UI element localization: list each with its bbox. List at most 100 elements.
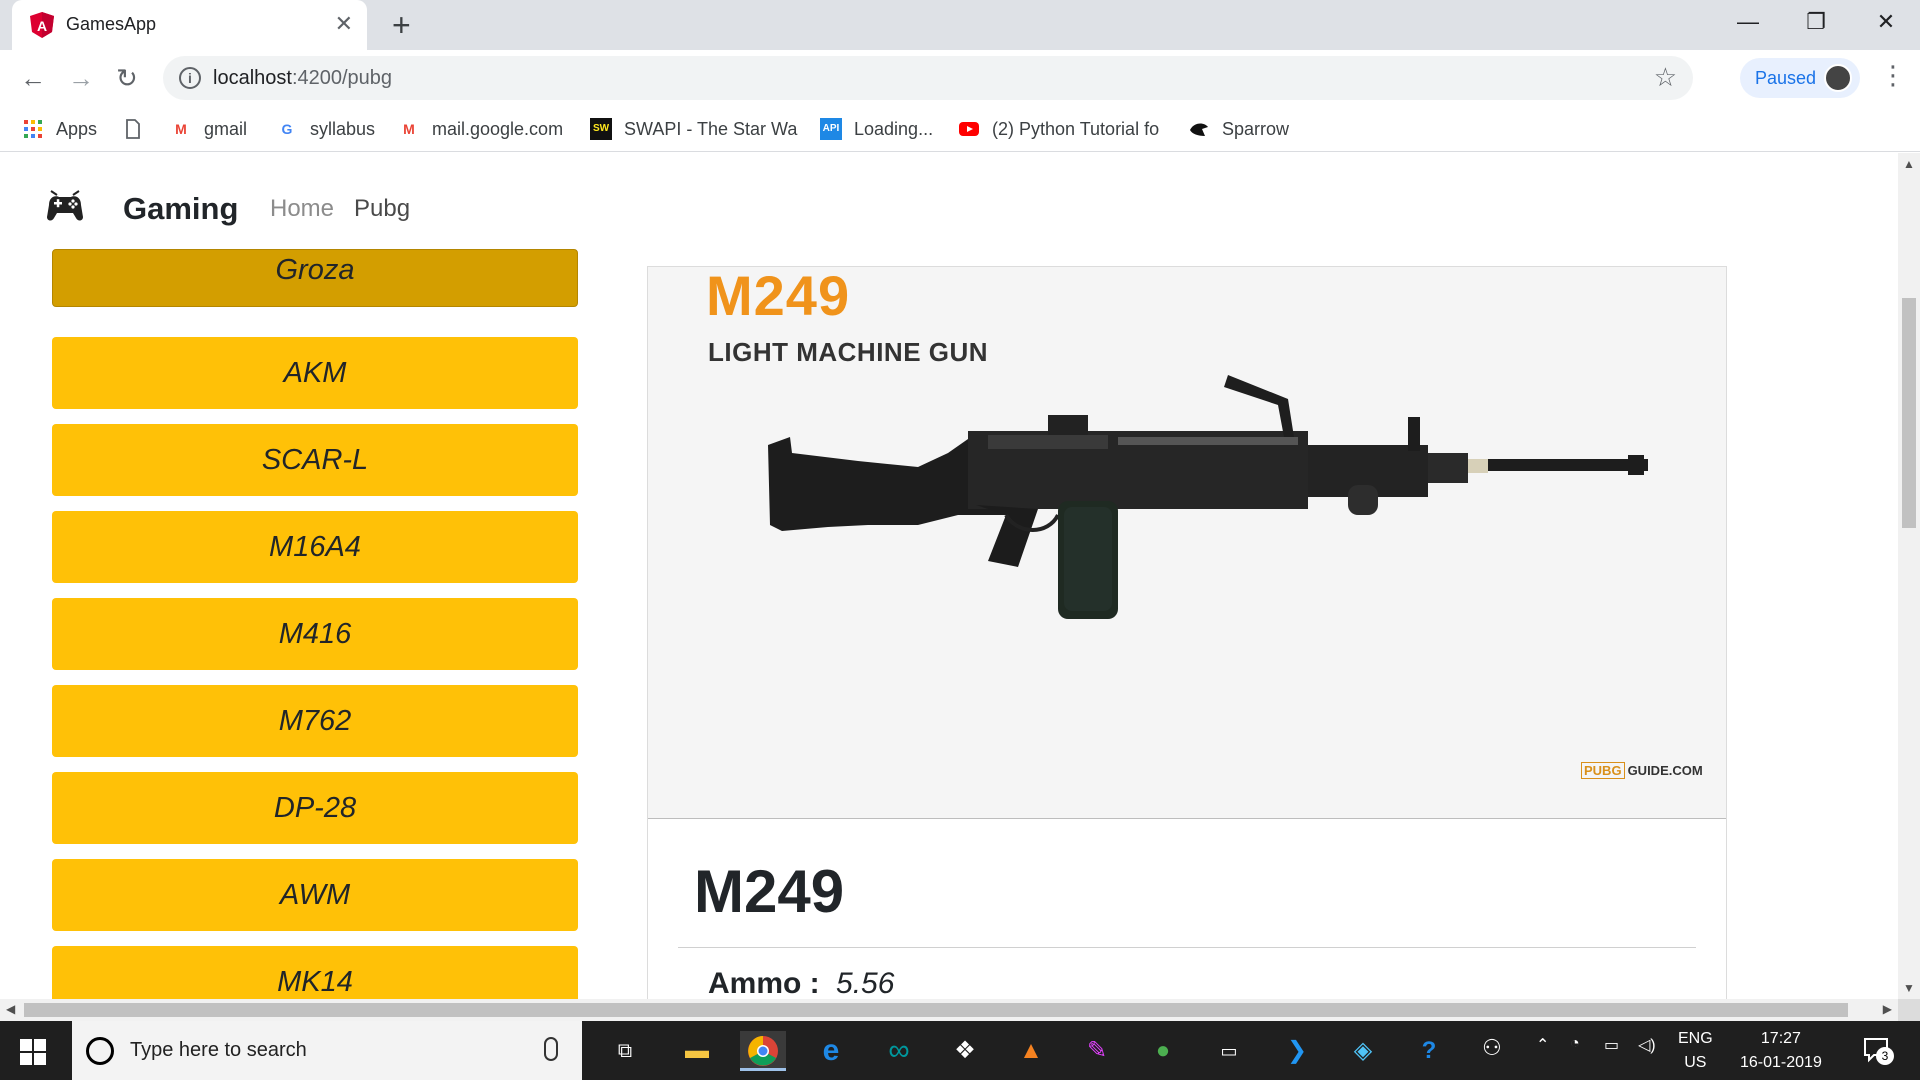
arduino-icon[interactable]: ∞ — [876, 1031, 922, 1071]
weapon-button-m16a4[interactable]: M16A4 — [52, 511, 578, 583]
people-icon[interactable]: ⚇ — [1482, 1035, 1502, 1061]
window-close-icon[interactable]: ✕ — [1866, 6, 1906, 38]
api-icon: API — [820, 118, 842, 140]
chevron-up-icon[interactable]: ⌃ — [1536, 1035, 1549, 1055]
clock-date: 16-01-2019 — [1740, 1054, 1822, 1071]
nav-link-pubg[interactable]: Pubg — [354, 195, 410, 223]
bookmark-python-tutorial[interactable]: (2) Python Tutorial fo — [958, 116, 1159, 142]
bookmark-page[interactable] — [122, 116, 156, 142]
weapon-button-scar-l[interactable]: SCAR-L — [52, 424, 578, 496]
minimize-icon[interactable]: — — [1728, 6, 1768, 38]
help-icon[interactable]: ? — [1406, 1031, 1452, 1071]
wifi-icon[interactable]: ◔ — [1570, 1035, 1580, 1053]
bookmark-gmail[interactable]: M gmail — [170, 116, 247, 142]
image-weapon-type: LIGHT MACHINE GUN — [708, 337, 989, 367]
bookmark-syllabus[interactable]: G syllabus — [276, 116, 375, 142]
tab-title: GamesApp — [66, 14, 157, 34]
windows-taskbar: Type here to search ⧉ ▬ e ∞ ❖ ▲ ✎ ● ▭ ❯ … — [0, 1021, 1920, 1080]
reload-icon[interactable]: ↻ — [116, 64, 138, 92]
task-view-icon[interactable]: ⧉ — [602, 1031, 648, 1071]
dropbox-icon[interactable]: ❖ — [942, 1031, 988, 1071]
pencil-app-icon[interactable]: ✎ — [1074, 1031, 1120, 1071]
bookmarks-bar: Apps M gmail G syllabus M mail.google.co… — [0, 106, 1920, 152]
new-tab-button[interactable]: + — [392, 8, 411, 42]
scroll-up-icon[interactable]: ▲ — [1898, 157, 1920, 171]
system-clock[interactable]: 17:27 16-01-2019 — [1740, 1027, 1822, 1075]
mongodb-icon[interactable]: ● — [1140, 1031, 1186, 1071]
site-info-icon[interactable]: i — [179, 67, 201, 89]
url-text: localhost:4200/pubg — [213, 67, 393, 89]
edge-icon[interactable]: e — [808, 1031, 854, 1071]
profile-button[interactable]: Paused — [1740, 58, 1860, 98]
tab-close-icon[interactable]: ✕ — [335, 12, 353, 36]
gmail-icon: M — [403, 121, 415, 137]
horizontal-scrollbar[interactable]: ◀ ▶ — [0, 999, 1898, 1021]
weapon-button-m416[interactable]: M416 — [52, 598, 578, 670]
angular-logo-icon: A — [30, 12, 54, 38]
page-icon — [126, 119, 140, 139]
bookmark-star-icon[interactable]: ☆ — [1654, 62, 1677, 93]
gmail-icon: M — [175, 121, 187, 137]
chrome-menu-icon[interactable]: ⋮ — [1880, 60, 1906, 90]
browser-tab-strip: A GamesApp ✕ + — ❐ ✕ — [0, 0, 1920, 50]
weapon-detail-card: M249 LIGHT MACHINE GUN PUBG GUIDE.COM M2… — [647, 266, 1727, 999]
input-language[interactable]: ENG US — [1678, 1027, 1713, 1075]
address-bar[interactable]: i localhost:4200/pubg ☆ — [163, 56, 1693, 100]
vlc-icon[interactable]: ▲ — [1008, 1031, 1054, 1071]
bookmark-mail-google[interactable]: M mail.google.com — [398, 116, 563, 142]
weapon-button-awm[interactable]: AWM — [52, 859, 578, 931]
profile-status: Paused — [1755, 68, 1817, 88]
svg-text:A: A — [37, 18, 47, 34]
notification-count: 3 — [1876, 1047, 1894, 1065]
browser-toolbar: ← → ↻ i localhost:4200/pubg ☆ Paused ⋮ — [0, 50, 1920, 106]
mysql-workbench-icon[interactable]: ◈ — [1340, 1031, 1386, 1071]
taskbar-search-box[interactable]: Type here to search — [72, 1021, 582, 1080]
weapon-button-m762[interactable]: M762 — [52, 685, 578, 757]
weapon-button-mk14[interactable]: MK14 — [52, 946, 578, 999]
back-arrow-icon[interactable]: ← — [20, 64, 46, 92]
vertical-scroll-thumb[interactable] — [1902, 298, 1916, 528]
scroll-left-icon[interactable]: ◀ — [6, 1002, 15, 1016]
apps-grid-icon — [24, 120, 42, 138]
brand-title[interactable]: Gaming — [123, 191, 238, 227]
bookmark-loading[interactable]: API Loading... — [820, 116, 933, 142]
restore-icon[interactable]: ❐ — [1796, 6, 1836, 38]
battery-icon[interactable]: ▭ — [1604, 1035, 1619, 1055]
vertical-scrollbar[interactable]: ▲ ▼ — [1898, 153, 1920, 999]
avatar — [1824, 64, 1852, 92]
file-explorer-icon[interactable]: ▬ — [674, 1031, 720, 1071]
horizontal-scroll-thumb[interactable] — [24, 1003, 1848, 1017]
nav-link-home[interactable]: Home — [270, 195, 334, 223]
chrome-icon[interactable] — [740, 1031, 786, 1071]
pubg-guide-watermark: PUBG GUIDE.COM — [1581, 762, 1703, 779]
microphone-icon[interactable] — [544, 1037, 558, 1061]
page-viewport: Gaming Home Pubg Groza AKM SCAR-L M16A4 … — [0, 153, 1898, 999]
search-placeholder: Type here to search — [130, 1039, 307, 1061]
action-center-icon[interactable]: 3 — [1858, 1033, 1898, 1069]
swapi-icon: SW — [590, 118, 612, 140]
bookmark-apps[interactable]: Apps — [22, 116, 97, 142]
weapon-title: M249 — [694, 858, 845, 925]
terminal-icon[interactable]: ▭ — [1206, 1031, 1252, 1071]
volume-icon[interactable]: ◁) — [1638, 1035, 1656, 1055]
browser-tab[interactable]: A GamesApp ✕ — [12, 0, 367, 50]
gamepad-logo-icon[interactable] — [43, 187, 87, 227]
cortana-icon — [86, 1037, 114, 1065]
google-icon: G — [281, 121, 293, 137]
scroll-right-icon[interactable]: ▶ — [1883, 1002, 1892, 1016]
scrollbar-corner — [1898, 999, 1920, 1021]
sparrow-icon — [1190, 123, 1208, 136]
weapon-button-groza[interactable]: Groza — [52, 249, 578, 307]
bookmark-sparrow[interactable]: Sparrow — [1188, 116, 1289, 142]
image-weapon-name: M249 — [706, 267, 851, 327]
vscode-icon[interactable]: ❯ — [1274, 1031, 1320, 1071]
ammo-row: Ammo : 5.56 — [708, 967, 894, 999]
forward-arrow-icon[interactable]: → — [68, 64, 94, 92]
weapon-button-dp-28[interactable]: DP-28 — [52, 772, 578, 844]
ammo-label: Ammo : — [708, 967, 820, 999]
bookmark-swapi[interactable]: SW SWAPI - The Star Wa — [590, 116, 797, 142]
scroll-down-icon[interactable]: ▼ — [1898, 981, 1920, 995]
weapon-button-akm[interactable]: AKM — [52, 337, 578, 409]
windows-start-icon[interactable] — [20, 1039, 46, 1065]
app-navbar: Gaming Home Pubg — [27, 163, 1727, 253]
